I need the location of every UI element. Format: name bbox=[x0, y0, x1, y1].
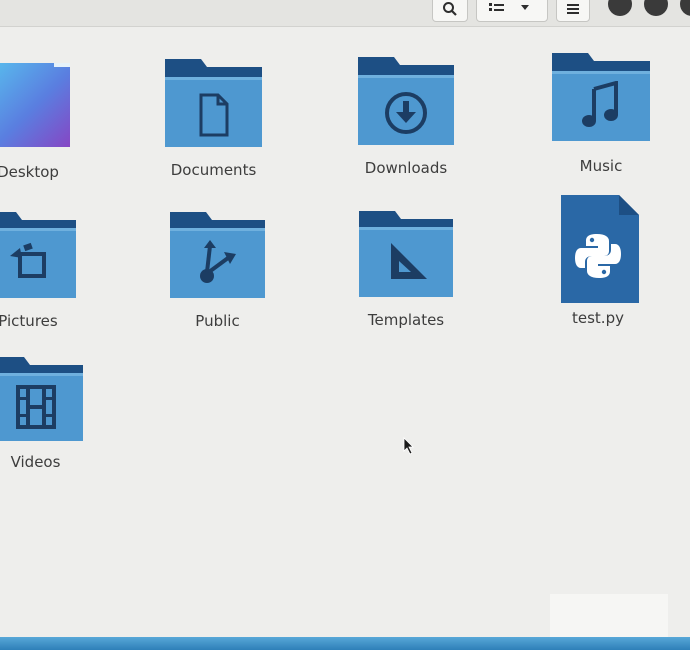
header-bar bbox=[0, 0, 690, 27]
file-item-music[interactable]: Music bbox=[552, 51, 650, 177]
file-item-videos[interactable]: Videos bbox=[0, 355, 83, 475]
set-square-icon bbox=[391, 243, 427, 279]
screen-glare bbox=[550, 594, 668, 637]
desktop-folder-icon bbox=[0, 63, 70, 147]
item-label: Pictures bbox=[0, 312, 58, 330]
search-button[interactable] bbox=[432, 0, 468, 22]
item-label: Videos bbox=[10, 453, 61, 471]
close-button[interactable] bbox=[680, 0, 690, 16]
item-label: Desktop bbox=[0, 163, 59, 181]
item-label: Downloads bbox=[364, 159, 448, 177]
file-item-pictures[interactable]: Pictures bbox=[0, 210, 76, 330]
view-options-icon bbox=[489, 3, 529, 11]
file-item-templates[interactable]: Templates bbox=[359, 209, 453, 329]
item-label: test.py bbox=[572, 309, 624, 327]
mouse-pointer-icon bbox=[403, 437, 414, 455]
maximize-button[interactable] bbox=[644, 0, 668, 16]
taskbar bbox=[0, 637, 690, 650]
python-icon bbox=[575, 234, 621, 278]
film-icon bbox=[16, 385, 56, 429]
item-label: Documents bbox=[170, 161, 257, 179]
file-grid: Desktop Documents Downloads Music Pictur… bbox=[0, 27, 690, 637]
download-icon bbox=[385, 92, 427, 134]
search-icon bbox=[443, 2, 457, 16]
file-item-test-py[interactable]: test.py bbox=[557, 195, 639, 331]
file-item-documents[interactable]: Documents bbox=[165, 57, 262, 183]
file-manager-window: Desktop Documents Downloads Music Pictur… bbox=[0, 0, 690, 650]
file-item-downloads[interactable]: Downloads bbox=[358, 55, 454, 181]
music-note-icon bbox=[582, 81, 618, 127]
file-item-public[interactable]: Public bbox=[170, 210, 265, 330]
pictures-icon bbox=[10, 242, 46, 278]
document-icon bbox=[199, 93, 229, 137]
view-options-button[interactable] bbox=[476, 0, 548, 22]
menu-button[interactable] bbox=[556, 0, 590, 22]
hamburger-menu-icon bbox=[567, 4, 579, 14]
item-label: Music bbox=[579, 157, 623, 175]
item-label: Public bbox=[195, 312, 240, 330]
file-item-desktop[interactable]: Desktop bbox=[0, 59, 70, 181]
minimize-button[interactable] bbox=[608, 0, 632, 16]
share-icon bbox=[200, 240, 236, 283]
item-label: Templates bbox=[367, 311, 445, 329]
